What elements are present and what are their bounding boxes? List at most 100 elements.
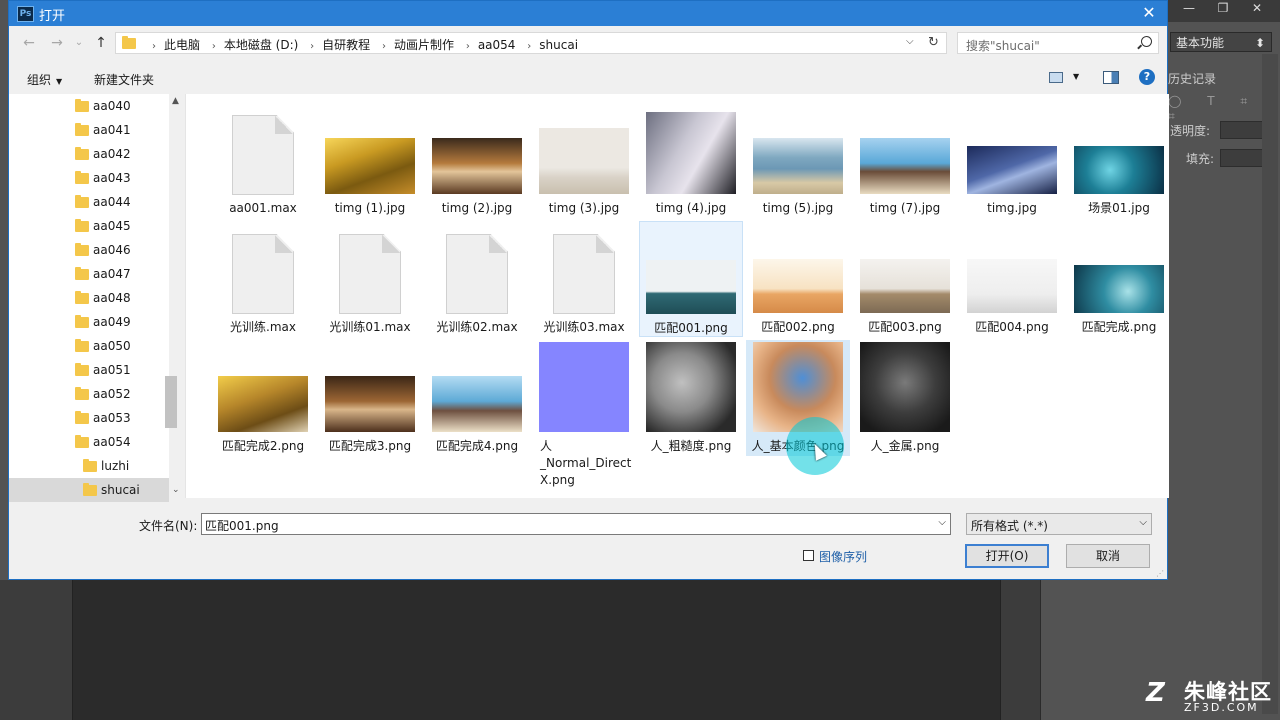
image-thumbnail: [539, 128, 629, 194]
breadcrumb-item[interactable]: 本地磁盘 (D:): [224, 38, 298, 52]
document-file-icon: [339, 234, 401, 314]
scroll-down-icon[interactable]: ⌄: [172, 485, 180, 495]
image-thumbnail: [1074, 265, 1164, 313]
breadcrumb-sep: ›: [381, 41, 386, 52]
back-icon[interactable]: ←: [21, 35, 37, 51]
forward-icon[interactable]: →: [49, 35, 65, 51]
breadcrumb-item[interactable]: 自研教程: [322, 38, 370, 52]
tree-item-aa044[interactable]: aa044: [9, 190, 169, 214]
file-name: 匹配004.png: [975, 320, 1049, 334]
file-tile[interactable]: 匹配完成4.png: [425, 340, 529, 456]
image-thumbnail: [218, 376, 308, 432]
history-tab[interactable]: 历史记录: [1168, 70, 1258, 88]
file-tile[interactable]: 光训练03.max: [532, 221, 636, 337]
tree-item-aa049[interactable]: aa049: [9, 310, 169, 334]
file-tile[interactable]: 匹配完成.png: [1067, 221, 1171, 337]
tree-item-aa046[interactable]: aa046: [9, 238, 169, 262]
tree-item-aa051[interactable]: aa051: [9, 358, 169, 382]
file-tile[interactable]: 人_粗糙度.png: [639, 340, 743, 456]
file-tile[interactable]: 匹配完成3.png: [318, 340, 422, 456]
dialog-titlebar[interactable]: Ps 打开 ✕: [9, 1, 1167, 26]
file-name: 匹配完成3.png: [328, 439, 412, 453]
breadcrumb-item[interactable]: 此电脑: [164, 38, 200, 52]
cancel-button[interactable]: 取消: [1066, 544, 1150, 568]
breadcrumb-item[interactable]: 动画片制作: [394, 38, 454, 52]
folder-icon: [83, 459, 97, 472]
file-tile[interactable]: aa001.max: [211, 102, 315, 218]
new-folder-button[interactable]: 新建文件夹: [94, 71, 154, 88]
open-file-dialog: Ps 打开 ✕ ← → ⌄ ↑ › 此电脑 › 本地磁盘 (D:) › 自研教程 › 动…: [8, 0, 1169, 580]
tree-item-label: aa050: [93, 339, 131, 353]
document-file-icon: [446, 234, 508, 314]
refresh-icon[interactable]: ↻: [928, 35, 939, 50]
view-caret-icon[interactable]: ▼: [1073, 72, 1079, 81]
search-input[interactable]: 搜索"shucai": [957, 32, 1159, 54]
file-tile[interactable]: 人_金属.png: [853, 340, 957, 456]
file-tile[interactable]: timg.jpg: [960, 102, 1064, 218]
file-tile[interactable]: timg (5).jpg: [746, 102, 850, 218]
file-grid: aa001.max timg (1).jpg timg (2).jpg timg…: [187, 94, 1169, 498]
view-mode-icon[interactable]: [1049, 72, 1063, 83]
minimize-button[interactable]: —: [1172, 0, 1206, 18]
ps-panel-scrollbar[interactable]: [1262, 54, 1278, 714]
breadcrumb-item[interactable]: shucai: [539, 38, 578, 52]
scroll-thumb[interactable]: [165, 376, 177, 428]
address-bar[interactable]: › 此电脑 › 本地磁盘 (D:) › 自研教程 › 动画片制作 › aa054 › shu…: [115, 32, 947, 54]
tree-item-aa042[interactable]: aa042: [9, 142, 169, 166]
breadcrumb-item[interactable]: aa054: [478, 38, 516, 52]
scroll-up-icon[interactable]: ▲: [172, 96, 179, 106]
organize-menu[interactable]: 组织 ▼: [27, 71, 62, 88]
tree-item-aa045[interactable]: aa045: [9, 214, 169, 238]
tree-item-luzhi[interactable]: luzhi: [9, 454, 169, 478]
tree-item-aa047[interactable]: aa047: [9, 262, 169, 286]
file-tile[interactable]: timg (4).jpg: [639, 102, 743, 218]
file-name: 光训练03.max: [543, 320, 625, 334]
open-button[interactable]: 打开(O): [965, 544, 1049, 568]
preview-pane-icon[interactable]: [1103, 71, 1119, 84]
folder-icon: [75, 387, 89, 400]
tree-item-aa041[interactable]: aa041: [9, 118, 169, 142]
tree-item-aa048[interactable]: aa048: [9, 286, 169, 310]
image-sequence-checkbox[interactable]: [803, 550, 814, 561]
file-tile[interactable]: 匹配002.png: [746, 221, 850, 337]
folder-icon: [75, 267, 89, 280]
file-tile[interactable]: 匹配完成2.png: [211, 340, 315, 456]
tree-scrollbar[interactable]: ▲ ⌄: [165, 94, 185, 498]
file-tile[interactable]: 人 _Normal_Direct X.png: [532, 340, 636, 490]
search-icon[interactable]: [1141, 36, 1152, 47]
resize-grip-icon[interactable]: ⋰: [1156, 569, 1164, 578]
up-folder-icon[interactable]: ↑: [93, 35, 109, 51]
file-tile-selected[interactable]: 匹配001.png: [639, 221, 743, 337]
tree-item-aa040[interactable]: aa040: [9, 94, 169, 118]
file-tile[interactable]: 光训练02.max: [425, 221, 529, 337]
file-tile[interactable]: 场景01.jpg: [1067, 102, 1171, 218]
ps-close-button[interactable]: ✕: [1240, 0, 1274, 18]
tree-item-aa054[interactable]: aa054: [9, 430, 169, 454]
tree-item-label: aa053: [93, 411, 131, 425]
folder-icon: [75, 291, 89, 304]
file-tile[interactable]: timg (1).jpg: [318, 102, 422, 218]
tree-item-aa043[interactable]: aa043: [9, 166, 169, 190]
file-tile[interactable]: 匹配004.png: [960, 221, 1064, 337]
file-tile[interactable]: 匹配003.png: [853, 221, 957, 337]
tree-item-aa053[interactable]: aa053: [9, 406, 169, 430]
filetype-select[interactable]: 所有格式 (*.*) ⌵: [966, 513, 1152, 535]
document-file-icon: [553, 234, 615, 314]
address-dropdown-icon[interactable]: ⌵: [906, 36, 914, 47]
workspace-select[interactable]: 基本功能 ⬍: [1170, 32, 1272, 52]
file-tile[interactable]: 光训练.max: [211, 221, 315, 337]
recent-locations-icon[interactable]: ⌄: [71, 35, 87, 51]
chevron-down-icon[interactable]: ⌵: [938, 517, 946, 528]
file-tile[interactable]: timg (3).jpg: [532, 102, 636, 218]
watermark-en: ZF3D.COM: [1184, 701, 1259, 714]
file-tile[interactable]: timg (7).jpg: [853, 102, 957, 218]
help-icon[interactable]: ?: [1139, 69, 1155, 85]
tree-item-aa052[interactable]: aa052: [9, 382, 169, 406]
tree-item-aa050[interactable]: aa050: [9, 334, 169, 358]
dialog-content: aa040 aa041 aa042 aa043 aa044 aa045 aa04…: [9, 94, 1169, 502]
close-button[interactable]: ✕: [1135, 1, 1163, 25]
filename-field[interactable]: 匹配001.png ⌵: [201, 513, 951, 535]
file-tile[interactable]: timg (2).jpg: [425, 102, 529, 218]
file-tile[interactable]: 光训练01.max: [318, 221, 422, 337]
restore-button[interactable]: ❐: [1206, 0, 1240, 18]
